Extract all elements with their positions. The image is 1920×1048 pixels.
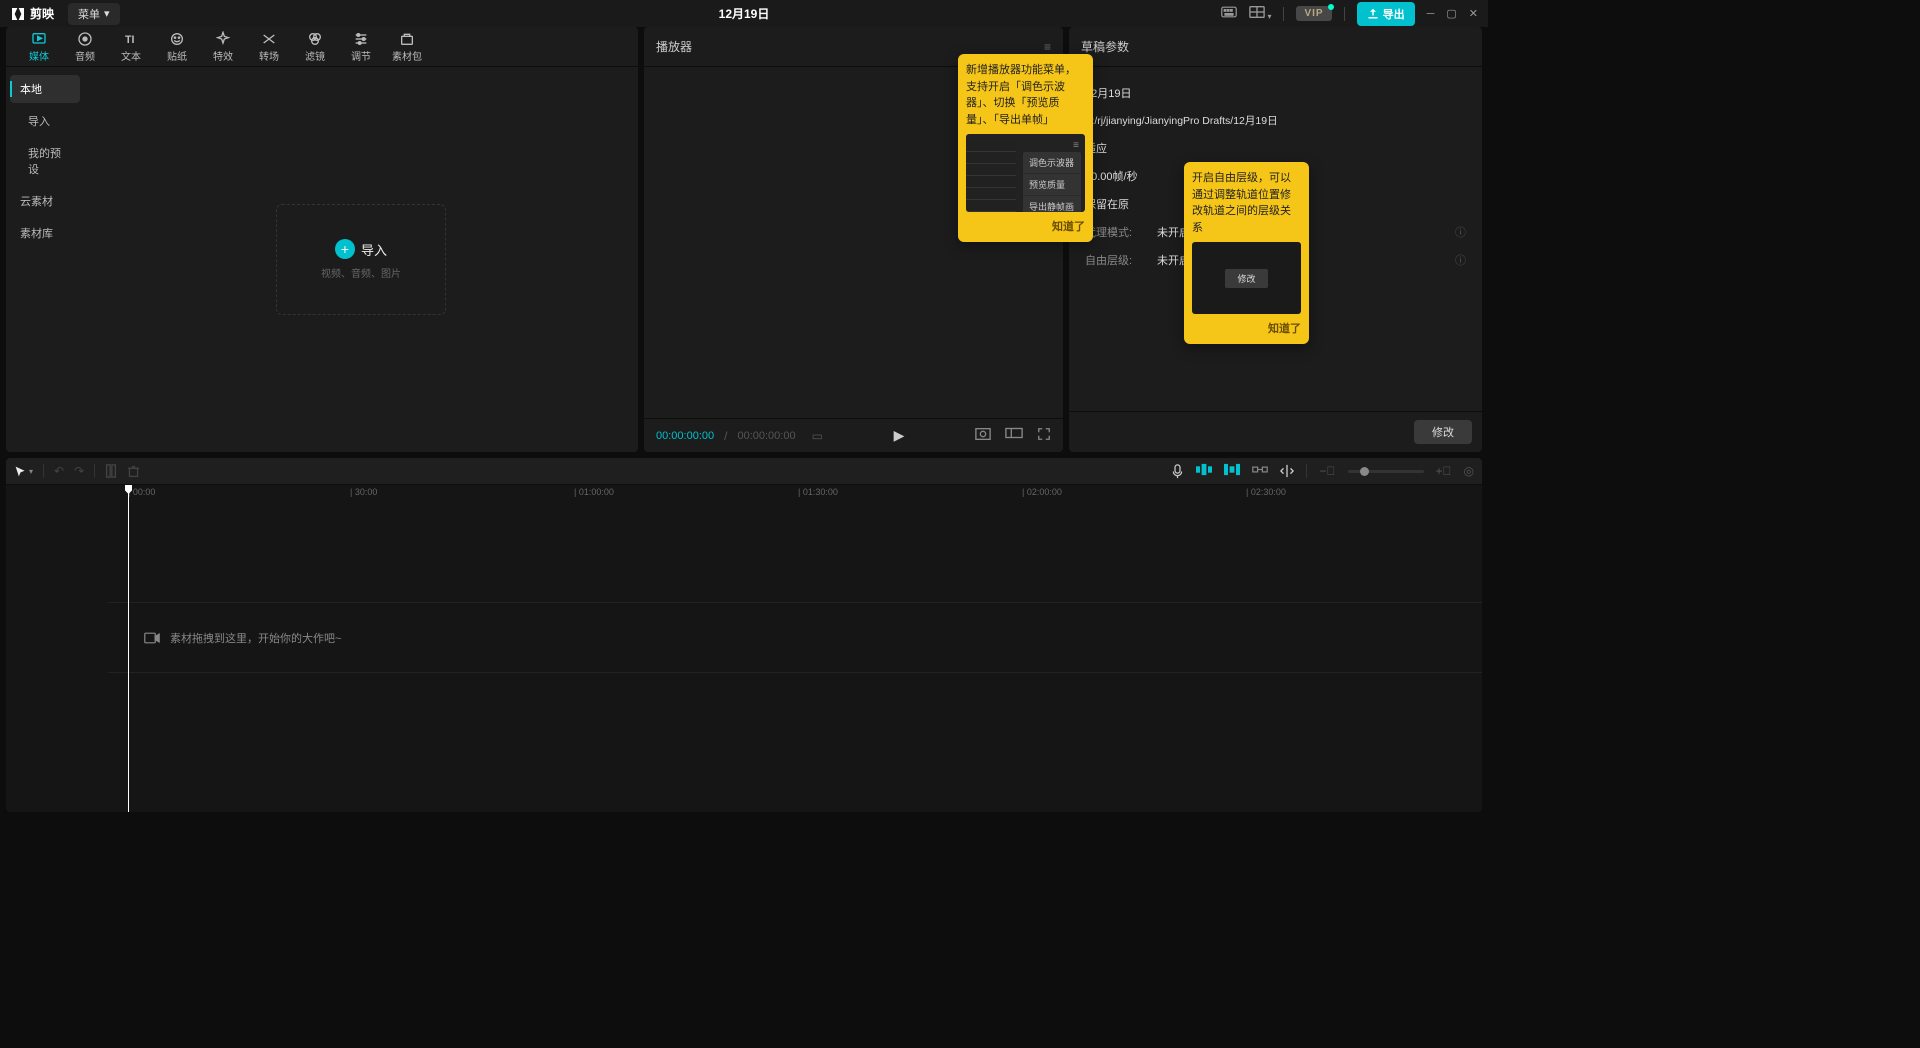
- project-title: 12月19日: [719, 5, 770, 22]
- plus-icon: +: [335, 239, 355, 259]
- tab-effect[interactable]: 特效: [200, 27, 246, 67]
- tooltip-ok-button[interactable]: 知道了: [1192, 320, 1301, 336]
- keyboard-icon[interactable]: [1221, 6, 1237, 21]
- sidebar-item-library[interactable]: 素材库: [10, 219, 80, 247]
- top-tabs: 媒体 音频 TI文本 贴纸 特效 转场 滤镜 调节 素材包: [6, 27, 638, 67]
- sidebar-item-cloud[interactable]: 云素材: [10, 187, 80, 215]
- divider: [1344, 7, 1345, 21]
- divider: [1283, 7, 1284, 21]
- tooltip-ok-button[interactable]: 知道了: [966, 218, 1085, 234]
- media-content: +导入 视频、音频、图片: [84, 67, 638, 452]
- close-icon[interactable]: ✕: [1469, 7, 1478, 20]
- timeline-tracks[interactable]: 素材拖拽到这里，开始你的大作吧~: [6, 502, 1482, 812]
- layer-tooltip: 开启自由层级，可以通过调整轨道位置修改轨道之间的层级关系 修改 知道了: [1184, 162, 1309, 344]
- preview-render-icon[interactable]: [1280, 464, 1294, 478]
- tab-audio[interactable]: 音频: [62, 27, 108, 67]
- sidebar-item-local[interactable]: 本地: [10, 75, 80, 103]
- export-icon: [1367, 8, 1379, 20]
- svg-text:TI: TI: [125, 34, 135, 46]
- tooltip-text: 新增播放器功能菜单，支持开启「调色示波器」、切换「预览质量」、「导出单帧」: [966, 62, 1085, 128]
- tab-adjust[interactable]: 调节: [338, 27, 384, 67]
- ruler-mark: | 00:00: [128, 487, 155, 497]
- timeline-ruler[interactable]: | 00:00 | 30:00 | 01:00:00 | 01:30:00 | 02:0…: [6, 484, 1482, 502]
- menu-button[interactable]: 菜单 ▾: [68, 3, 120, 25]
- playhead[interactable]: [128, 485, 129, 812]
- tooltip-thumbnail: 修改: [1192, 242, 1301, 314]
- sidebar-item-import[interactable]: 导入: [10, 107, 80, 135]
- logo-icon: [10, 6, 26, 22]
- import-dropzone[interactable]: +导入 视频、音频、图片: [276, 204, 446, 315]
- ruler-mark: | 30:00: [350, 487, 377, 497]
- tooltip-thumb-button: 修改: [1225, 269, 1267, 288]
- minimize-icon[interactable]: ─: [1427, 8, 1435, 20]
- tab-media[interactable]: 媒体: [16, 27, 62, 67]
- ratio-icon[interactable]: [1005, 427, 1023, 444]
- export-button[interactable]: 导出: [1357, 2, 1415, 26]
- zoom-out-icon[interactable]: −⃝: [1319, 464, 1335, 478]
- media-panel: 媒体 音频 TI文本 贴纸 特效 转场 滤镜 调节 素材包 本地 导入 我的预设…: [6, 27, 638, 452]
- media-sidebar: 本地 导入 我的预设 云素材 素材库: [6, 67, 84, 452]
- timecode-current: 00:00:00:00: [656, 430, 714, 442]
- zoom-slider[interactable]: [1348, 470, 1424, 473]
- modify-button[interactable]: 修改: [1414, 420, 1472, 444]
- magnet-track-icon[interactable]: [1224, 463, 1240, 479]
- ruler-mark: | 01:30:00: [798, 487, 838, 497]
- title-bar: 剪映 菜单 ▾ 12月19日 ▾ VIP 导出 ─ ▢ ✕: [0, 0, 1488, 27]
- delete-tool[interactable]: [127, 465, 140, 478]
- ruler-mark: | 02:30:00: [1246, 487, 1286, 497]
- prop-row: F:/rj/jianying/JianyingPro Drafts/12月19日: [1085, 107, 1466, 134]
- player-controls: 00:00:00:00 / 00:00:00:00 ▭ ▶: [644, 418, 1063, 452]
- player-tooltip: 新增播放器功能菜单，支持开启「调色示波器」、切换「预览质量」、「导出单帧」 ≡ …: [958, 54, 1093, 242]
- undo-button[interactable]: ↶: [54, 464, 64, 478]
- play-button[interactable]: ▶: [894, 427, 905, 444]
- tab-sticker[interactable]: 贴纸: [154, 27, 200, 67]
- fullscreen-icon[interactable]: [1037, 427, 1051, 444]
- info-icon[interactable]: ⓘ: [1455, 224, 1466, 240]
- ruler-mark: | 01:00:00: [574, 487, 614, 497]
- player-title: 播放器: [656, 38, 692, 55]
- video-icon: [144, 632, 160, 644]
- redo-button[interactable]: ↷: [74, 464, 84, 478]
- timecode-total: 00:00:00:00: [737, 430, 795, 442]
- ruler-mark: | 02:00:00: [1022, 487, 1062, 497]
- sidebar-item-presets[interactable]: 我的预设: [10, 139, 80, 183]
- tab-transition[interactable]: 转场: [246, 27, 292, 67]
- layout-icon[interactable]: ▾: [1249, 5, 1271, 22]
- mic-icon[interactable]: [1171, 464, 1184, 479]
- prop-row: 12月19日: [1085, 79, 1466, 107]
- props-title: 草稿参数: [1081, 38, 1129, 55]
- split-tool[interactable]: [105, 464, 117, 478]
- timeline-toolbar: ▾ ↶ ↷ −⃝ +⃝ ◎: [6, 458, 1482, 484]
- zoom-fit-icon[interactable]: ◎: [1464, 464, 1474, 478]
- maximize-icon[interactable]: ▢: [1446, 7, 1456, 20]
- player-menu-icon[interactable]: ≡: [1044, 40, 1051, 54]
- tab-pack[interactable]: 素材包: [384, 27, 430, 67]
- info-icon[interactable]: ⓘ: [1455, 252, 1466, 268]
- prop-row: 适应: [1085, 134, 1466, 162]
- tooltip-text: 开启自由层级，可以通过调整轨道位置修改轨道之间的层级关系: [1192, 170, 1301, 236]
- magnet-main-icon[interactable]: [1196, 463, 1212, 479]
- vip-badge[interactable]: VIP: [1296, 6, 1331, 21]
- scale-icon[interactable]: [975, 427, 991, 444]
- titlebar-right: ▾ VIP 导出 ─ ▢ ✕: [1221, 2, 1478, 26]
- app-logo: 剪映: [10, 5, 54, 22]
- chevron-down-icon: ▾: [104, 7, 110, 20]
- timecode-toggle-icon[interactable]: ▭: [812, 429, 823, 443]
- app-name: 剪映: [30, 5, 54, 22]
- tooltip-thumbnail: ≡ 调色示波器 预览质量 导出静帧画面: [966, 134, 1085, 212]
- zoom-in-icon[interactable]: +⃝: [1436, 464, 1452, 478]
- link-icon[interactable]: [1252, 463, 1268, 479]
- select-tool[interactable]: ▾: [14, 465, 33, 478]
- tab-filter[interactable]: 滤镜: [292, 27, 338, 67]
- import-subtitle: 视频、音频、图片: [321, 265, 401, 280]
- timeline-empty-hint: 素材拖拽到这里，开始你的大作吧~: [144, 630, 341, 646]
- tab-text[interactable]: TI文本: [108, 27, 154, 67]
